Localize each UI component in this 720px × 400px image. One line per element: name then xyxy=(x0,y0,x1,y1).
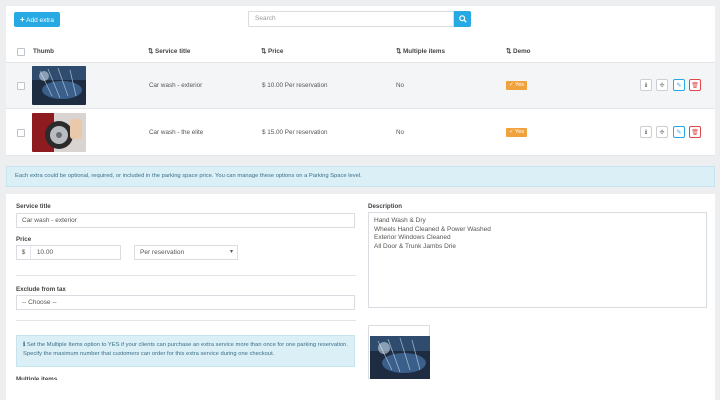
exclude-tax-select[interactable]: -- Choose -- xyxy=(16,295,355,310)
demo-badge-label: Yes xyxy=(515,82,525,88)
multiple-items-note-text: Set the Multiple Items option to YES if … xyxy=(23,342,348,357)
header-service-title-label: Service title xyxy=(155,48,191,55)
demo-badge-label: Yes xyxy=(515,129,525,135)
table-row[interactable]: Car wash - the elite $ 15.00 Per reserva… xyxy=(6,110,715,156)
row-checkbox[interactable] xyxy=(17,129,25,137)
header-demo-label: Demo xyxy=(513,48,531,55)
description-line: Hand Wash & Dry xyxy=(374,217,426,224)
table-row[interactable]: Car wash - exterior $ 10.00 Per reservat… xyxy=(6,63,715,109)
row-title: Car wash - the elite xyxy=(149,129,204,136)
sort-icon: ⇅ xyxy=(506,48,512,55)
header-demo[interactable]: ⇅ Demo xyxy=(506,48,531,55)
select-all-checkbox[interactable] xyxy=(17,48,25,56)
row-price: $ 15.00 Per reservation xyxy=(262,129,328,136)
row-title: Car wash - exterior xyxy=(149,82,203,89)
row-price: $ 10.00 Per reservation xyxy=(262,82,328,89)
multiple-items-label: Multiple items xyxy=(16,376,58,380)
price-input[interactable]: $ 10.00 xyxy=(16,245,121,260)
thumbnail-image xyxy=(32,66,86,105)
price-value: 10.00 xyxy=(36,249,54,256)
plus-icon: + xyxy=(20,15,25,24)
info-icon: ℹ xyxy=(644,82,648,89)
header-multiple-items[interactable]: ⇅ Multiple items xyxy=(396,48,445,55)
delete-button[interactable]: 🗑 xyxy=(689,126,701,138)
sort-icon: ⇅ xyxy=(396,48,402,55)
header-thumb: Thumb xyxy=(33,48,54,55)
sort-icon: ⇅ xyxy=(261,48,267,55)
search-button[interactable] xyxy=(454,11,471,27)
multiple-items-note: ℹ Set the Multiple Items option to YES i… xyxy=(16,335,355,367)
price-label: Price xyxy=(16,236,32,243)
description-label: Description xyxy=(368,203,403,210)
pencil-icon: ✎ xyxy=(676,82,682,89)
thumbnail-image xyxy=(32,113,86,152)
info-banner: Each extra could be optional, required, … xyxy=(6,166,715,187)
divider xyxy=(16,275,356,276)
description-textarea[interactable]: Hand Wash & Dry Wheels Hand Cleaned & Po… xyxy=(368,212,707,308)
chevron-down-icon: ▾ xyxy=(229,249,233,255)
trash-icon: 🗑 xyxy=(691,129,699,136)
info-icon: ℹ xyxy=(23,342,26,348)
edit-button[interactable]: ✎ xyxy=(673,126,685,138)
pencil-icon: ✎ xyxy=(676,129,682,136)
header-price-label: Price xyxy=(268,48,284,55)
row-multiple: No xyxy=(396,82,405,89)
search-icon xyxy=(458,15,467,23)
sort-icon: ⇅ xyxy=(148,48,154,55)
description-line: All Door & Trunk Jambs Drie xyxy=(374,242,456,250)
description-line: Wheels Hand Cleaned & Power Washed xyxy=(374,225,491,233)
move-button[interactable]: ✢ xyxy=(656,79,668,91)
info-icon: ℹ xyxy=(644,129,648,136)
trash-icon: 🗑 xyxy=(691,82,699,89)
move-icon: ✢ xyxy=(659,129,665,136)
add-extra-button[interactable]: + Add extra xyxy=(14,12,60,27)
extras-panel: + Add extra Search Thumb ⇅ Service title… xyxy=(6,6,715,156)
image-preview[interactable] xyxy=(368,325,430,379)
description-line: Exterior Windows Cleaned xyxy=(374,234,451,241)
price-unit-value: Per reservation xyxy=(140,249,185,256)
demo-badge: ✓ Yes xyxy=(506,128,528,137)
search-input[interactable]: Search xyxy=(248,11,454,27)
demo-badge: ✓ Yes xyxy=(506,81,528,90)
service-title-input[interactable]: Car wash - exterior xyxy=(16,213,355,228)
add-extra-label: Add extra xyxy=(26,17,54,24)
move-icon: ✢ xyxy=(659,82,665,89)
exclude-tax-label: Exclude from tax xyxy=(16,286,66,293)
edit-form-panel: Service title Car wash - exterior Price … xyxy=(6,194,715,400)
table-header: Thumb ⇅ Service title ⇅ Price ⇅ Multiple… xyxy=(6,41,715,63)
row-checkbox[interactable] xyxy=(17,82,25,90)
info-button[interactable]: ℹ xyxy=(640,79,652,91)
currency-symbol: $ xyxy=(17,246,31,259)
info-button[interactable]: ℹ xyxy=(640,126,652,138)
header-service-title[interactable]: ⇅ Service title xyxy=(148,48,190,55)
delete-button[interactable]: 🗑 xyxy=(689,79,701,91)
service-title-label: Service title xyxy=(16,203,51,210)
price-unit-select[interactable]: Per reservation ▾ xyxy=(134,245,238,260)
header-multiple-items-label: Multiple items xyxy=(403,48,446,55)
row-multiple: No xyxy=(396,129,405,136)
edit-button[interactable]: ✎ xyxy=(673,79,685,91)
move-button[interactable]: ✢ xyxy=(656,126,668,138)
divider xyxy=(16,320,356,321)
header-price[interactable]: ⇅ Price xyxy=(261,48,283,55)
